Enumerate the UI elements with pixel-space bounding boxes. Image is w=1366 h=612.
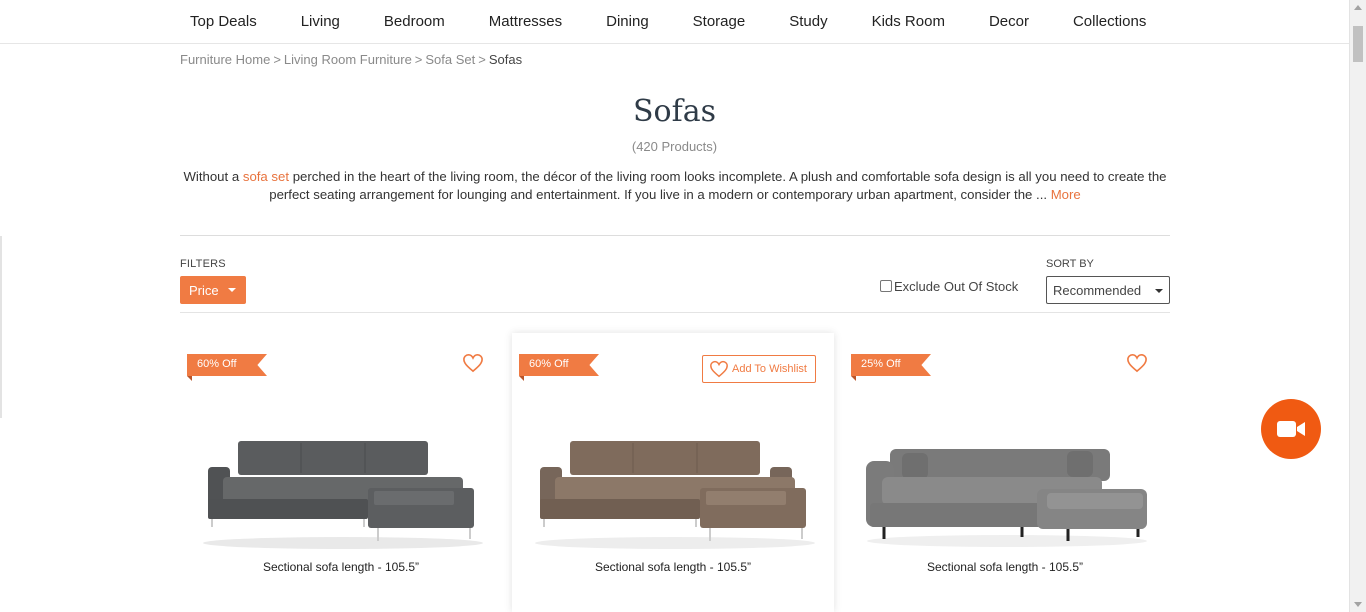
sort-by-select[interactable]: Recommended	[1046, 276, 1170, 304]
nav-item-bedroom[interactable]: Bedroom	[362, 13, 467, 30]
product-name[interactable]: Sectional sofa length - 105.5”	[180, 560, 502, 574]
top-navigation: Top Deals Living Bedroom Mattresses Dini…	[0, 0, 1349, 44]
add-to-wishlist-label: Add To Wishlist	[732, 363, 807, 375]
exclude-out-of-stock-label: Exclude Out Of Stock	[894, 279, 1019, 294]
more-link[interactable]: More	[1051, 187, 1081, 202]
scroll-down-arrow-icon[interactable]	[1354, 602, 1362, 607]
add-to-wishlist-button[interactable]: Add To Wishlist	[702, 355, 816, 383]
product-card[interactable]: 60% Off Sectional sofa length - 105.5”	[180, 333, 502, 612]
description-text-rest: perched in the heart of the living room,…	[269, 169, 1167, 202]
product-card[interactable]: 25% Off Sectional sofa length - 105.5”	[844, 333, 1166, 612]
sofa-image[interactable]	[198, 433, 488, 553]
nav-item-top-deals[interactable]: Top Deals	[168, 13, 279, 30]
heart-icon	[710, 360, 728, 378]
breadcrumb: Furniture Home > Living Room Furniture > Sof…	[180, 52, 522, 67]
exclude-out-of-stock-checkbox[interactable]	[880, 279, 892, 292]
breadcrumb-link-living-room-furniture[interactable]: Living Room Furniture	[284, 52, 412, 67]
nav-item-dining[interactable]: Dining	[584, 13, 671, 30]
page-title: Sofas	[633, 94, 716, 129]
product-card[interactable]: 60% Off Add To Wishlist Sectional sofa l…	[512, 333, 834, 612]
caret-down-icon	[228, 288, 236, 292]
caret-down-icon	[1155, 289, 1163, 293]
video-call-button[interactable]	[1261, 399, 1321, 459]
nav-item-mattresses[interactable]: Mattresses	[467, 13, 584, 30]
sofa-set-link[interactable]: sofa set	[243, 169, 289, 184]
breadcrumb-current: Sofas	[488, 52, 523, 67]
breadcrumb-link-furniture-home[interactable]: Furniture Home	[180, 52, 270, 67]
video-camera-icon	[1277, 421, 1305, 437]
description-text-start: Without a	[183, 169, 243, 184]
nav-item-study[interactable]: Study	[767, 13, 849, 30]
sofa-image[interactable]	[530, 433, 820, 553]
price-filter-label: Price	[189, 282, 219, 298]
nav-item-collections[interactable]: Collections	[1051, 13, 1168, 30]
filters-label: FILTERS	[180, 258, 226, 270]
nav-item-storage[interactable]: Storage	[671, 13, 768, 30]
exclude-out-of-stock-toggle[interactable]: Exclude Out Of Stock	[880, 279, 1018, 294]
heart-icon[interactable]	[1126, 353, 1148, 373]
scroll-up-arrow-icon[interactable]	[1354, 5, 1362, 10]
badge-fold	[519, 376, 524, 381]
breadcrumb-separator: >	[273, 52, 281, 67]
nav-item-living[interactable]: Living	[279, 13, 362, 30]
product-count: (420 Products)	[631, 139, 718, 154]
nav-item-decor[interactable]: Decor	[967, 13, 1051, 30]
breadcrumb-link-sofa-set[interactable]: Sofa Set	[425, 52, 475, 67]
breadcrumb-separator: >	[478, 52, 486, 67]
discount-badge: 60% Off	[519, 354, 599, 376]
discount-badge: 25% Off	[851, 354, 931, 376]
discount-badge: 60% Off	[187, 354, 267, 376]
badge-fold	[187, 376, 192, 381]
sofa-image[interactable]	[862, 433, 1152, 553]
product-name[interactable]: Sectional sofa length - 105.5”	[512, 560, 834, 574]
breadcrumb-separator: >	[414, 52, 423, 67]
price-filter-button[interactable]: Price	[180, 276, 246, 304]
left-edge-tab	[0, 236, 2, 418]
sort-by-label: SORT BY	[1046, 258, 1094, 270]
product-name[interactable]: Sectional sofa length - 105.5”	[844, 560, 1166, 574]
badge-fold	[851, 376, 856, 381]
heart-icon[interactable]	[462, 353, 484, 373]
scrollbar-thumb[interactable]	[1353, 26, 1363, 62]
nav-item-kids-room[interactable]: Kids Room	[850, 13, 967, 30]
sort-selected-value: Recommended	[1053, 282, 1142, 298]
divider	[180, 235, 1170, 236]
vertical-scrollbar[interactable]	[1349, 0, 1366, 612]
category-description: Without a sofa set perched in the heart …	[180, 168, 1170, 204]
divider	[180, 312, 1170, 313]
